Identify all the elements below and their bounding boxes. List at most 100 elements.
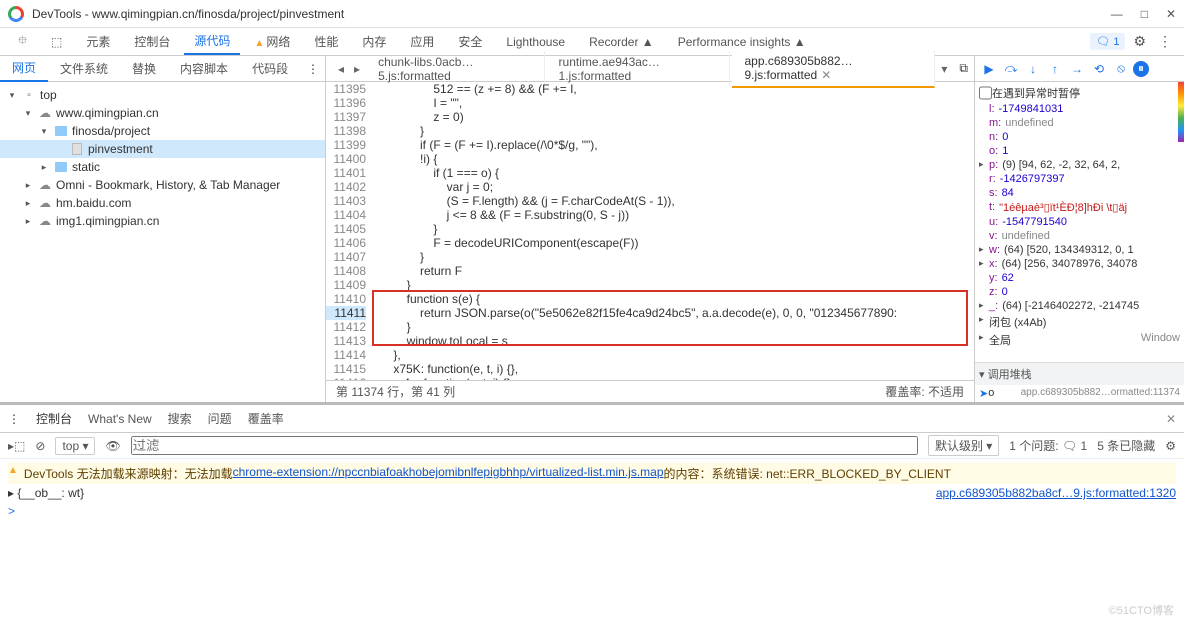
scope-var[interactable]: ▸w: (64) [520, 134349312, 0, 1 — [979, 243, 1180, 257]
scope-var[interactable]: t: "1éêµaè³▯ït¹ÈÐ¦8]hÐi \t▯äj — [979, 200, 1180, 215]
left-tab-content[interactable]: 内容脚本 — [168, 56, 240, 81]
pause-exc-icon[interactable]: ⦸ — [1111, 59, 1131, 79]
cloud-icon — [38, 214, 52, 228]
tab-recorder[interactable]: Recorder ▲ — [579, 31, 664, 53]
callstack-header[interactable]: ▾ 调用堆栈 — [975, 362, 1184, 385]
frame-icon — [22, 88, 36, 102]
console-filter-input[interactable] — [131, 436, 918, 455]
scope-var[interactable]: n: 0 — [979, 130, 1180, 144]
issues-badge[interactable]: 🗨 1 — [1090, 33, 1125, 50]
scope-var[interactable]: y: 62 — [979, 271, 1180, 285]
step-into-icon[interactable]: ↓ — [1023, 59, 1043, 79]
left-tab-overrides[interactable]: 替换 — [120, 56, 168, 81]
tree-label: top — [40, 88, 57, 102]
settings-icon[interactable]: ⚙ — [1129, 33, 1150, 50]
closure-label[interactable]: 闭包 (x4Ab) — [989, 314, 1046, 330]
tab-sources[interactable]: 源代码 — [184, 28, 240, 55]
scope-var[interactable]: o: 1 — [979, 144, 1180, 158]
minimize-button[interactable]: — — [1111, 7, 1123, 21]
sidebar-toggle-icon[interactable]: ▸⬚ — [8, 439, 25, 453]
tree-item[interactable]: ▾finosda/project — [0, 122, 325, 140]
live-expr-icon[interactable]: 👁 — [105, 439, 120, 453]
resume-icon[interactable]: ▶ — [979, 59, 999, 79]
deactivate-bp-icon[interactable]: ⟲ — [1089, 59, 1109, 79]
callstack-source[interactable]: app.c689305b882…ormatted:11374 — [1021, 387, 1180, 400]
close-button[interactable]: ✕ — [1166, 7, 1176, 21]
scope-var[interactable]: z: 0 — [979, 285, 1180, 299]
warn-prefix: DevTools 无法加载来源映射：无法加载 — [24, 465, 233, 482]
tree-item[interactable]: ▸static — [0, 158, 325, 176]
drawer-tab-console[interactable]: 控制台 — [36, 410, 72, 427]
tab-lighthouse[interactable]: Lighthouse — [496, 31, 575, 53]
global-label[interactable]: 全局 — [989, 332, 1011, 348]
tab-network[interactable]: 网络 — [244, 29, 300, 54]
device-toggle-icon[interactable]: ⬚ — [41, 31, 72, 53]
line-gutter[interactable]: 1139511396113971139811399114001140111402… — [326, 82, 372, 380]
scope-var[interactable]: r: -1426797397 — [979, 172, 1180, 186]
scope-var[interactable]: s: 84 — [979, 186, 1180, 200]
callstack-header-label: 调用堆栈 — [988, 369, 1032, 381]
drawer-dots-icon[interactable]: ⋮ — [8, 412, 20, 426]
context-select[interactable]: top ▾ — [55, 437, 95, 455]
scope-var[interactable]: l: -1749841031 — [979, 102, 1180, 116]
scope-var[interactable]: m: undefined — [979, 116, 1180, 130]
scope-var[interactable]: ▸x: (64) [256, 34078976, 34078 — [979, 257, 1180, 271]
console-settings-icon[interactable]: ⚙ — [1165, 439, 1176, 453]
file-tree[interactable]: ▾top▾www.qimingpian.cn▾finosda/projectpi… — [0, 82, 325, 402]
step-over-icon[interactable]: ⤼ — [1001, 59, 1021, 79]
pause-on-exception-label: 在遇到异常时暂停 — [992, 85, 1080, 101]
tree-item[interactable]: ▸hm.baidu.com — [0, 194, 325, 212]
drawer-tab-whatsnew[interactable]: What's New — [88, 412, 152, 426]
pause-on-exception-checkbox[interactable] — [979, 85, 992, 101]
step-out-icon[interactable]: ↑ — [1045, 59, 1065, 79]
console-source-link[interactable]: app.c689305b882ba8cf…9.js:formatted:1320 — [936, 486, 1176, 500]
left-tab-page[interactable]: 网页 — [0, 55, 48, 82]
tree-label: img1.qimingpian.cn — [56, 214, 159, 228]
scope-var[interactable]: u: -1547791540 — [979, 215, 1180, 229]
callstack-item[interactable]: o — [988, 387, 994, 400]
scope-var[interactable]: ▸p: (9) [94, 62, -2, 32, 64, 2, — [979, 158, 1180, 172]
code-editor[interactable]: 512 == (z += 8) && (F += I, I = "", z = … — [372, 82, 974, 380]
inspect-icon[interactable]: ⯐ — [8, 27, 37, 56]
warn-url[interactable]: chrome-extension://npccnbiafoakhobejomib… — [233, 465, 664, 482]
step-icon[interactable]: → — [1067, 59, 1087, 79]
tab-elements[interactable]: 元素 — [76, 29, 120, 54]
drawer-tab-coverage[interactable]: 覆盖率 — [248, 410, 284, 427]
tab-performance[interactable]: 性能 — [304, 29, 348, 54]
tab-close-icon[interactable]: ✕ — [821, 68, 831, 82]
tree-label: www.qimingpian.cn — [56, 106, 159, 120]
pause-button[interactable]: ⏸ — [1133, 61, 1149, 77]
log-level-select[interactable]: 默认级别 ▾ — [928, 435, 999, 456]
tree-item[interactable]: pinvestment — [0, 140, 325, 158]
maximize-button[interactable]: □ — [1141, 7, 1148, 21]
left-tab-snippets[interactable]: 代码段 — [240, 56, 300, 81]
tab-next-icon[interactable]: ▸ — [350, 62, 364, 76]
warn-suffix: 的内容：系统错误: net::ERR_BLOCKED_BY_CLIENT — [664, 465, 951, 482]
issues-count[interactable]: 1 个问题: 🗨 1 — [1009, 437, 1087, 454]
left-tabs-more-icon[interactable]: ⋮ — [301, 62, 325, 76]
window-title: DevTools - www.qimingpian.cn/finosda/pro… — [32, 7, 1111, 21]
tree-item[interactable]: ▾www.qimingpian.cn — [0, 104, 325, 122]
scope-var[interactable]: v: undefined — [979, 229, 1180, 243]
tab-prev-icon[interactable]: ◂ — [334, 62, 348, 76]
drawer-tab-issues[interactable]: 问题 — [208, 410, 232, 427]
tab-popout-icon[interactable]: ⧉ — [953, 61, 974, 76]
console-warning-line: DevTools 无法加载来源映射：无法加载 chrome-extension:… — [8, 463, 1176, 484]
hidden-count[interactable]: 5 条已隐藏 — [1097, 437, 1155, 454]
console-object-line[interactable]: ▸ {__ob__: wt} app.c689305b882ba8cf…9.js… — [8, 484, 1176, 502]
cloud-icon — [38, 178, 52, 192]
drawer-close-icon[interactable]: ✕ — [1166, 412, 1176, 426]
tree-item[interactable]: ▾top — [0, 86, 325, 104]
file-icon — [70, 142, 84, 156]
more-icon[interactable]: ⋮ — [1154, 33, 1176, 50]
folder-icon — [54, 160, 68, 174]
tree-item[interactable]: ▸img1.qimingpian.cn — [0, 212, 325, 230]
clear-console-icon[interactable]: ⊘ — [35, 439, 45, 453]
scope-var[interactable]: ▸_: (64) [-2146402272, -214745 — [979, 299, 1180, 313]
tree-item[interactable]: ▸Omni - Bookmark, History, & Tab Manager — [0, 176, 325, 194]
drawer-tab-search[interactable]: 搜索 — [168, 410, 192, 427]
console-prompt[interactable]: > — [8, 502, 1176, 520]
left-tab-fs[interactable]: 文件系统 — [48, 56, 120, 81]
tab-console[interactable]: 控制台 — [124, 29, 180, 54]
tab-dropdown-icon[interactable]: ▾ — [937, 62, 951, 76]
